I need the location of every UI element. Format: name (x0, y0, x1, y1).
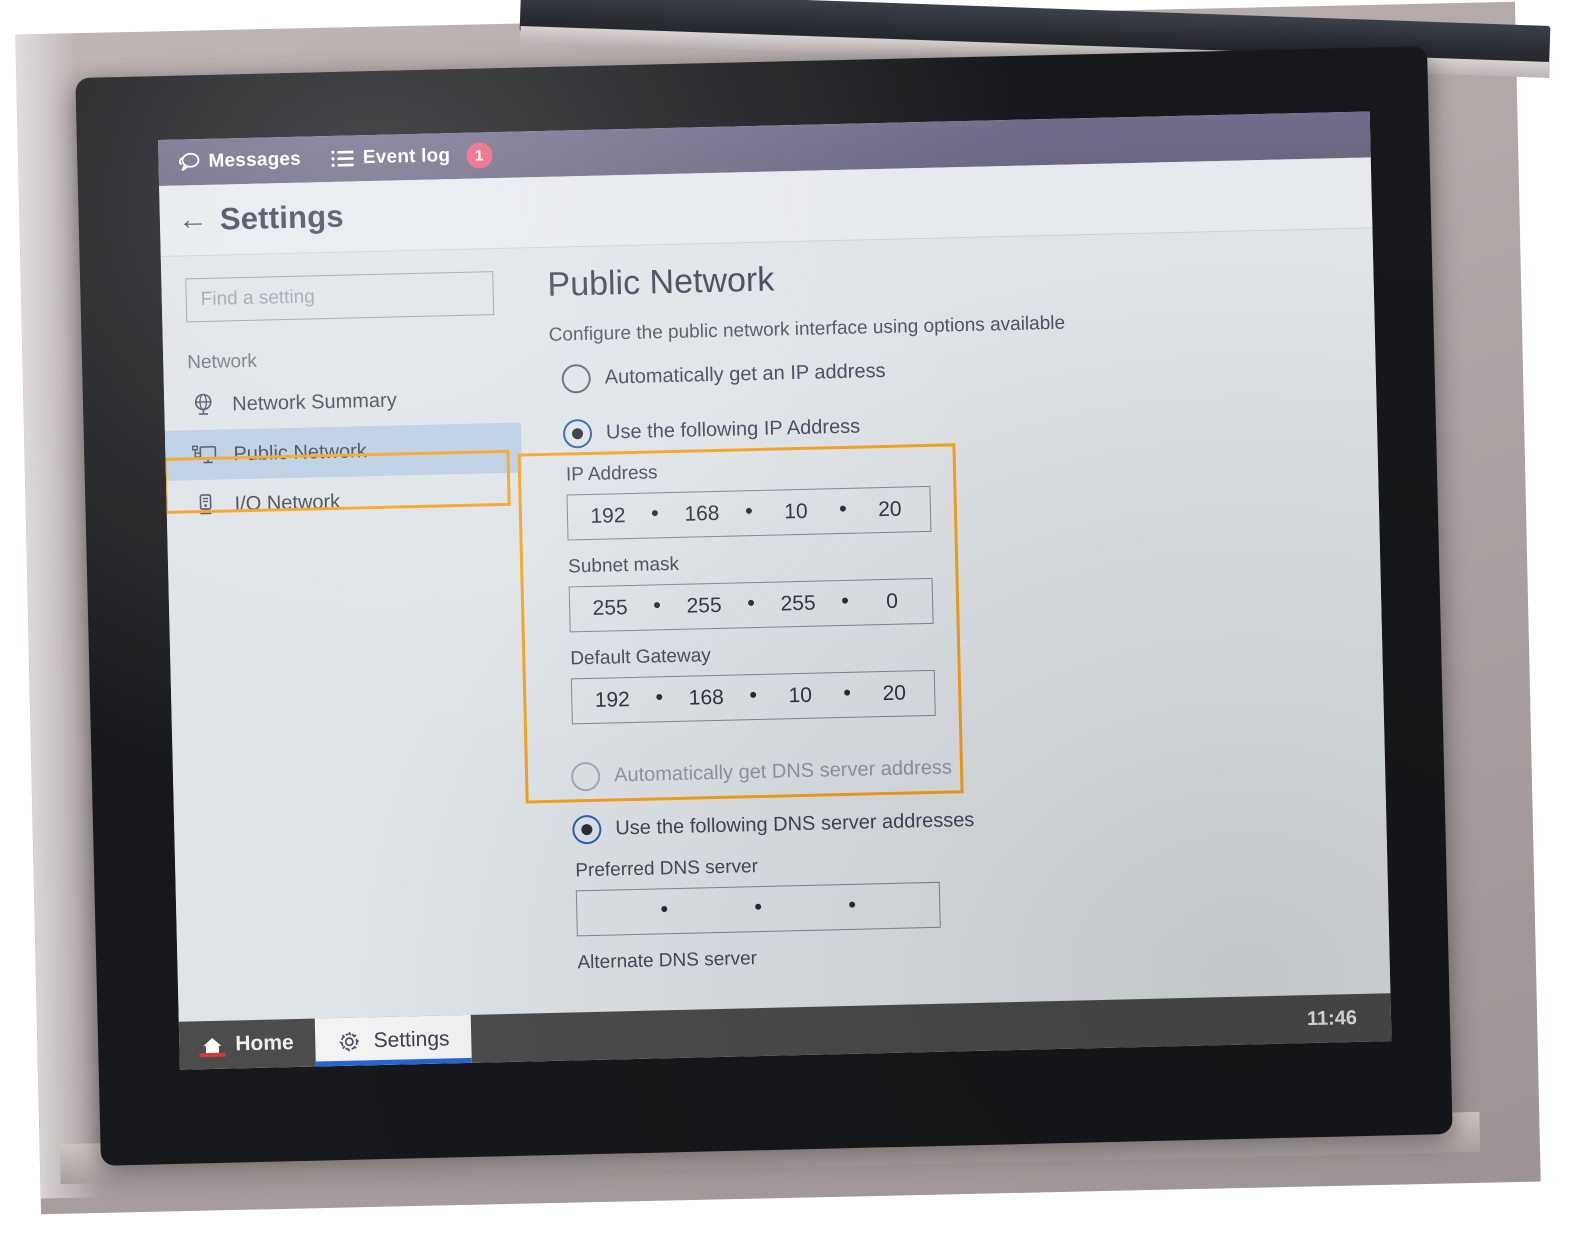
subnet-mask-field[interactable]: 255 • 255 • 255 • 0 (568, 577, 934, 633)
radio-auto-dns[interactable]: Automatically get DNS server address (570, 743, 1385, 792)
radio-selected-icon (562, 418, 593, 449)
radio-manual-dns[interactable]: Use the following DNS server addresses (572, 796, 1386, 845)
octet-2[interactable]: 168 (666, 685, 747, 711)
octet-2[interactable] (671, 909, 751, 911)
octet-1[interactable]: 192 (568, 504, 649, 530)
radio-circle-icon (561, 363, 592, 394)
taskbar-item-settings[interactable]: Settings (315, 1014, 473, 1067)
octet-2[interactable]: 168 (662, 501, 743, 527)
list-icon (331, 148, 355, 169)
device-server-icon (190, 491, 221, 520)
octet-separator: • (843, 679, 852, 706)
sidebar-item-network-summary[interactable]: Network Summary (164, 373, 521, 431)
sidebar-item-label: Network Summary (231, 388, 397, 415)
octet-1[interactable]: 255 (570, 596, 651, 622)
home-active-underline (199, 1052, 226, 1058)
octet-separator: • (652, 592, 662, 618)
radio-auto-ip[interactable]: Automatically get an IP address (561, 345, 1375, 394)
radio-manual-dns-label: Use the following DNS server addresses (615, 808, 975, 840)
globe-network-icon (188, 391, 219, 420)
event-log-badge: 1 (465, 142, 493, 169)
octet-4[interactable] (859, 905, 939, 907)
octet-4[interactable]: 20 (850, 497, 931, 523)
octet-1[interactable]: 192 (572, 688, 653, 714)
settings-sidebar: Find a setting Network Network Summary P… (161, 249, 535, 1022)
gear-icon (337, 1029, 362, 1054)
octet-separator: • (650, 500, 660, 526)
event-log-button[interactable]: Event log 1 (331, 142, 493, 172)
page-title: Settings (219, 198, 345, 237)
sidebar-section-label: Network (187, 350, 258, 374)
field-label-ip-address: IP Address (565, 462, 658, 486)
octet-separator: • (838, 495, 848, 522)
messages-button[interactable]: Messages (176, 149, 301, 174)
ip-address-field[interactable]: 192 • 168 • 10 • 20 (566, 485, 932, 541)
octet-separator: • (749, 682, 758, 708)
content-description: Configure the public network interface u… (548, 312, 1066, 346)
sidebar-item-label: I/O Network (234, 490, 341, 515)
sidebar-item-io-network[interactable]: I/O Network (166, 473, 523, 531)
radio-auto-ip-label: Automatically get an IP address (604, 359, 886, 389)
octet-separator: • (840, 587, 850, 614)
octet-2[interactable]: 255 (664, 593, 745, 619)
octet-separator: • (655, 684, 664, 710)
back-arrow-icon[interactable]: ← (178, 203, 209, 237)
settings-content: Public Network Configure the public netw… (517, 228, 1391, 1013)
radio-auto-dns-label: Automatically get DNS server address (613, 756, 953, 787)
default-gateway-field[interactable]: 192 • 168 • 10 • 20 (570, 669, 936, 725)
field-label-preferred-dns: Preferred DNS server (575, 856, 759, 882)
field-label-alternate-dns: Alternate DNS server (577, 948, 758, 974)
sidebar-item-public-network[interactable]: Public Network (164, 422, 522, 481)
field-label-subnet-mask: Subnet mask (567, 553, 680, 578)
event-log-label: Event log (362, 145, 451, 169)
octet-3[interactable]: 10 (760, 683, 841, 709)
octet-separator: • (754, 893, 763, 920)
photo-scene: Messages Event log 1 Emergency Sto (0, 0, 1589, 1234)
sidebar-item-label: Public Network (233, 439, 368, 465)
messages-label: Messages (208, 148, 302, 172)
octet-separator: • (746, 590, 756, 616)
monitor-network-icon (189, 441, 220, 470)
octet-1[interactable] (577, 911, 657, 913)
search-input[interactable]: Find a setting (185, 271, 495, 323)
search-placeholder: Find a setting (200, 286, 316, 311)
speech-bubble-icon (176, 151, 201, 174)
content-title: Public Network (547, 260, 775, 304)
octet-separator: • (660, 896, 669, 922)
radio-selected-icon (572, 814, 602, 845)
radio-manual-ip[interactable]: Use the following IP Address (562, 400, 1377, 449)
radio-manual-ip-label: Use the following IP Address (605, 415, 861, 444)
taskbar-clock: 11:46 (1306, 1006, 1358, 1030)
taskbar-item-home[interactable]: Home (179, 1019, 316, 1070)
octet-3[interactable] (765, 907, 845, 909)
octet-separator: • (848, 891, 857, 917)
octet-3[interactable]: 10 (756, 499, 837, 525)
octet-4[interactable]: 0 (852, 589, 933, 615)
hmi-screen: Messages Event log 1 Emergency Sto (158, 111, 1392, 1070)
taskbar-item-label: Home (235, 1031, 294, 1056)
taskbar-item-label: Settings (373, 1027, 450, 1053)
page-body: Find a setting Network Network Summary P… (160, 228, 1391, 1022)
field-label-default-gateway: Default Gateway (570, 645, 712, 670)
octet-4[interactable]: 20 (854, 681, 935, 707)
octet-separator: • (744, 498, 754, 524)
octet-3[interactable]: 255 (758, 591, 839, 617)
radio-circle-icon (570, 761, 601, 792)
preferred-dns-field[interactable]: • • • (575, 881, 941, 937)
